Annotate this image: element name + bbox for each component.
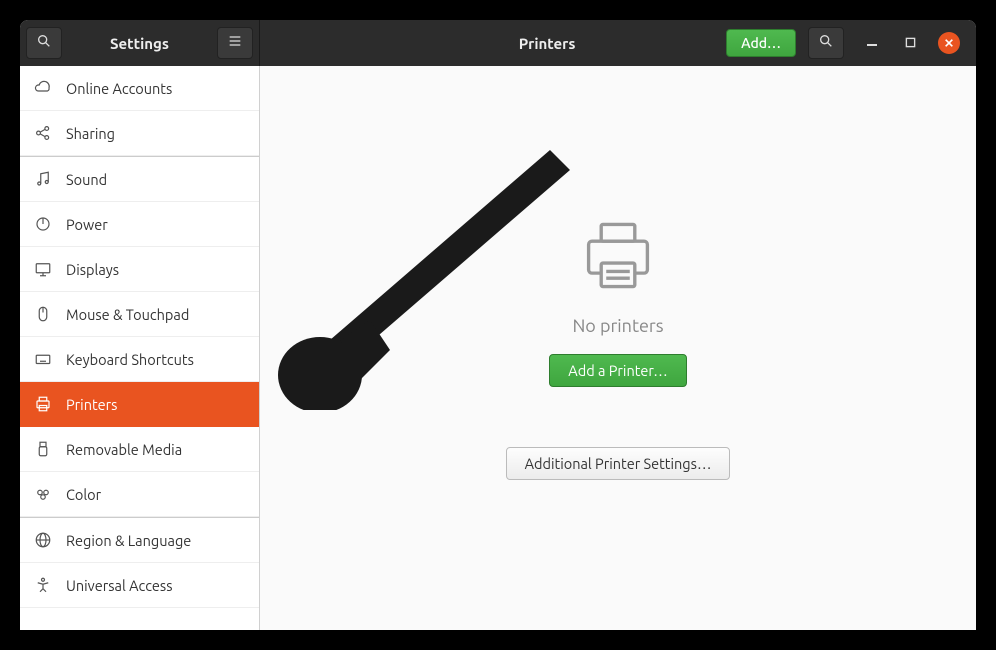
sidebar-item-label: Keyboard Shortcuts [66,351,194,368]
sidebar-item-universal[interactable]: Universal Access [20,563,259,608]
titlebar-left: Settings [20,20,260,66]
settings-window: Settings Printers Add… [20,20,976,630]
sidebar: Online Accounts Sharing Sound Power Displays… [20,66,260,630]
sidebar-item-keyboard[interactable]: Keyboard Shortcuts [20,337,259,382]
additional-printer-settings-button[interactable]: Additional Printer Settings… [506,447,731,480]
titlebar: Settings Printers Add… [20,20,976,66]
music-icon [34,170,52,188]
search-icon [818,33,834,53]
monitor-icon [34,260,52,278]
printer-large-icon [576,216,660,304]
sidebar-item-label: Color [66,486,101,503]
sidebar-item-mouse[interactable]: Mouse & Touchpad [20,292,259,337]
search-icon [36,33,52,53]
sidebar-search-button[interactable] [26,27,62,59]
sidebar-item-label: Sharing [66,125,115,142]
sidebar-item-label: Mouse & Touchpad [66,306,189,323]
sidebar-item-sound[interactable]: Sound [20,157,259,202]
sidebar-item-label: Online Accounts [66,80,172,97]
hamburger-icon [227,33,243,53]
printer-icon [34,395,52,413]
usb-icon [34,440,52,458]
sidebar-item-label: Power [66,216,108,233]
add-printer-titlebar-button[interactable]: Add… [726,29,796,57]
close-icon [944,34,954,52]
power-icon [34,215,52,233]
sidebar-item-power[interactable]: Power [20,202,259,247]
main-search-button[interactable] [808,27,844,59]
sidebar-item-displays[interactable]: Displays [20,247,259,292]
empty-state-heading: No printers [572,316,663,336]
sidebar-item-label: Printers [66,396,117,413]
window-body: Online Accounts Sharing Sound Power Displays… [20,66,976,630]
sidebar-item-color[interactable]: Color [20,472,259,517]
cloud-icon [34,79,52,97]
window-controls [862,32,960,54]
accessibility-icon [34,576,52,594]
sidebar-item-sharing[interactable]: Sharing [20,111,259,156]
globe-icon [34,531,52,549]
sidebar-item-label: Sound [66,171,107,188]
maximize-icon [905,34,916,52]
close-button[interactable] [938,32,960,54]
share-icon [34,124,52,142]
sidebar-item-online-accounts[interactable]: Online Accounts [20,66,259,111]
sidebar-item-region[interactable]: Region & Language [20,518,259,563]
sidebar-item-removable[interactable]: Removable Media [20,427,259,472]
hamburger-menu-button[interactable] [217,27,253,59]
sidebar-title: Settings [68,35,211,52]
sidebar-item-label: Displays [66,261,119,278]
main-panel: No printers Add a Printer… Additional Pr… [260,66,976,630]
page-title: Printers [268,35,726,52]
palette-icon [34,485,52,503]
sidebar-item-label: Universal Access [66,577,173,594]
sidebar-item-label: Region & Language [66,532,191,549]
sidebar-item-printers[interactable]: Printers [20,382,259,427]
minimize-icon [866,34,878,52]
add-printer-button[interactable]: Add a Printer… [549,354,686,387]
titlebar-right: Printers Add… [260,20,976,66]
minimize-button[interactable] [862,33,882,53]
keyboard-icon [34,350,52,368]
mouse-icon [34,305,52,323]
maximize-button[interactable] [900,33,920,53]
sidebar-item-label: Removable Media [66,441,182,458]
